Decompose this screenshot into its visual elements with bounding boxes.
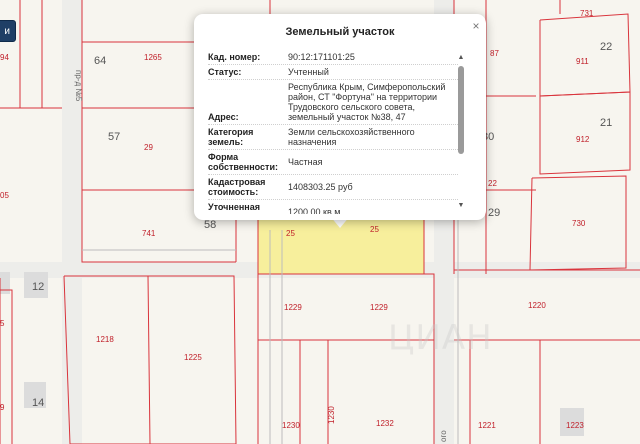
field-value: Республика Крым, Симферопольский район, …: [288, 82, 446, 122]
field-value: 90:12:171101:25: [288, 52, 355, 62]
field-label: Уточненная площадь:: [208, 202, 260, 214]
field-label: Категория земель:: [208, 127, 254, 147]
field-status: Статус: Учтенный: [208, 65, 458, 80]
watermark: ЦИАН: [388, 318, 493, 358]
plot-number: 1220: [528, 301, 546, 310]
plot-number: 1223: [566, 421, 584, 430]
field-area: Уточненная площадь: 1200.00 кв м: [208, 200, 458, 214]
scroll-up-icon[interactable]: ▲: [456, 54, 466, 62]
street-label: ого: [439, 430, 448, 442]
map-control-button[interactable]: и: [0, 20, 16, 42]
field-value: Земли сельскохозяйственного назначения: [288, 127, 415, 147]
popup-scrollbar[interactable]: ▲ ▼: [456, 54, 466, 216]
plot-number: 29: [144, 143, 153, 152]
field-land-category: Категория земель: Земли сельскохозяйстве…: [208, 125, 458, 150]
plot-number: 912: [576, 135, 590, 144]
field-label: Статус:: [208, 67, 242, 77]
field-label: Кадастровая стоимость:: [208, 177, 266, 197]
plot-number: 1230: [327, 406, 336, 424]
plot-number: 1265: [144, 53, 162, 62]
plot-number: 1232: [376, 419, 394, 428]
street-label: пр-д №5: [74, 70, 83, 102]
field-value: Частная: [288, 157, 323, 167]
plot-number: 1229: [370, 303, 388, 312]
plot-number: 911: [576, 57, 589, 66]
field-value: 1200.00 кв м: [288, 207, 341, 214]
house-number: 58: [204, 219, 216, 231]
plot-number: 741: [142, 229, 156, 238]
popup-title: Земельный участок: [285, 26, 395, 38]
field-value: Учтенный: [288, 67, 329, 77]
field-cadastral-number: Кад. номер: 90:12:171101:25: [208, 50, 458, 65]
plot-number: 05: [0, 191, 9, 200]
field-label: Форма собственности:: [208, 152, 278, 172]
plot-number: 9: [0, 403, 5, 412]
field-cadastral-value: Кадастровая стоимость: 1408303.25 руб: [208, 175, 458, 200]
plot-number: 730: [572, 219, 586, 228]
field-label: Кад. номер:: [208, 52, 261, 62]
house-number: 12: [32, 281, 44, 293]
road-vertical-left: [62, 0, 82, 444]
field-address: Адрес: Республика Крым, Симферопольский …: [208, 80, 458, 125]
scroll-thumb[interactable]: [458, 66, 464, 154]
parcel-info-popup: Земельный участок × Кад. номер: 90:12:17…: [194, 14, 486, 220]
field-value: 1408303.25 руб: [288, 182, 353, 192]
plot-number: 1221: [478, 421, 496, 430]
close-icon[interactable]: ×: [470, 20, 482, 32]
plot-number: 94: [0, 53, 9, 62]
plot-number: 1230: [282, 421, 300, 430]
plot-number: 87: [490, 49, 499, 58]
house-number: 57: [108, 131, 120, 143]
field-ownership: Форма собственности: Частная: [208, 150, 458, 175]
popup-fields[interactable]: Кад. номер: 90:12:171101:25 Статус: Учте…: [208, 50, 458, 214]
house-number: 14: [32, 397, 44, 409]
plot-number: 22: [488, 179, 497, 188]
building: [0, 272, 10, 294]
field-label: Адрес:: [208, 112, 239, 122]
plot-number: 25: [370, 225, 379, 234]
plot-number: 1225: [184, 353, 202, 362]
house-number: 64: [94, 55, 106, 67]
house-number: 29: [488, 207, 500, 219]
plot-number: 731: [580, 9, 594, 18]
plot-number: 1229: [284, 303, 302, 312]
house-number: 21: [600, 117, 612, 129]
plot-number: 25: [286, 229, 295, 238]
scroll-down-icon[interactable]: ▼: [456, 202, 466, 210]
plot-number: 1218: [96, 335, 114, 344]
plot-number: 5: [0, 319, 5, 328]
house-number: 22: [600, 41, 612, 53]
